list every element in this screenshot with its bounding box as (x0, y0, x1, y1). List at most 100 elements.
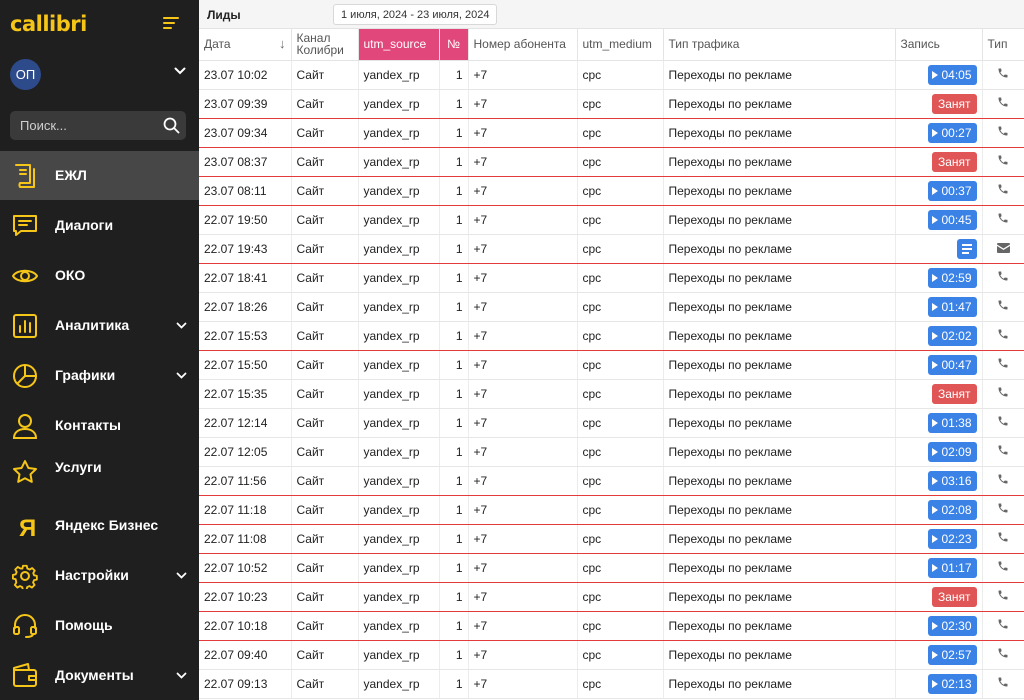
sidebar-item-wallet[interactable]: Документы (0, 651, 199, 700)
column-header-utm-source[interactable]: utm_source (358, 29, 440, 61)
column-header-num[interactable]: № (439, 29, 469, 61)
cell-date: 22.07 19:50 (199, 205, 292, 235)
column-header-utm-medium[interactable]: utm_medium (577, 29, 664, 61)
table-row[interactable]: 23.07 09:34 Сайт yandex_rp 1 +7 cpc Переходы п… (199, 118, 1024, 148)
cell-num: 1 (439, 640, 469, 670)
play-recording-button[interactable]: 01:38 (928, 412, 977, 433)
chevron-down-icon[interactable] (176, 572, 187, 579)
sidebar-item-label: ЕЖЛ (55, 167, 87, 183)
cell-utm-source: yandex_rp (358, 553, 440, 583)
sidebar-item-chat[interactable]: Диалоги (0, 201, 199, 250)
play-recording-button[interactable]: 02:30 (928, 615, 977, 636)
chevron-down-icon[interactable] (174, 67, 186, 75)
busy-badge[interactable]: Занят (931, 586, 977, 607)
play-recording-button[interactable]: 00:37 (928, 180, 977, 201)
play-recording-button[interactable]: 02:02 (928, 325, 977, 346)
cell-phone: +7 (468, 379, 578, 409)
sidebar-item-bar-chart[interactable]: Аналитика (0, 301, 199, 350)
phone-icon (997, 270, 1009, 285)
table-row[interactable]: 22.07 15:35 Сайт yandex_rp 1 +7 cpc Переходы п… (199, 379, 1024, 409)
table-row[interactable]: 22.07 19:50 Сайт yandex_rp 1 +7 cpc Переходы п… (199, 205, 1024, 235)
column-header-channel[interactable]: Канал Колибри (291, 29, 359, 61)
play-recording-button[interactable]: 02:08 (928, 499, 977, 520)
table-row[interactable]: 23.07 10:02 Сайт yandex_rp 1 +7 cpc Переходы п… (199, 60, 1024, 90)
topbar: Лиды 1 июля, 2024 - 23 июля, 2024 (199, 0, 1024, 29)
cell-utm-source: yandex_rp (358, 669, 440, 699)
menu-toggle-icon[interactable] (163, 17, 179, 31)
column-header-traffic[interactable]: Тип трафика (663, 29, 896, 61)
busy-badge[interactable]: Занят (931, 383, 977, 404)
play-recording-button[interactable]: 04:05 (928, 64, 977, 85)
play-recording-button[interactable]: 01:47 (928, 296, 977, 317)
account-avatar[interactable]: ОП (10, 59, 41, 90)
table-row[interactable]: 22.07 11:56 Сайт yandex_rp 1 +7 cpc Переходы п… (199, 466, 1024, 496)
cell-traffic-type: Переходы по рекламе (663, 524, 896, 554)
table-row[interactable]: 23.07 08:37 Сайт yandex_rp 1 +7 cpc Переходы п… (199, 147, 1024, 177)
table-row[interactable]: 22.07 10:18 Сайт yandex_rp 1 +7 cpc Переходы п… (199, 611, 1024, 641)
table-row[interactable]: 22.07 19:43 Сайт yandex_rp 1 +7 cpc Переходы п… (199, 234, 1024, 264)
play-recording-button[interactable]: 00:45 (928, 209, 977, 230)
table-row[interactable]: 22.07 12:14 Сайт yandex_rp 1 +7 cpc Переходы п… (199, 408, 1024, 438)
sidebar-item-journal[interactable]: ЕЖЛ (0, 151, 199, 200)
cell-channel: Сайт (291, 89, 359, 119)
sidebar-item-gear[interactable]: Настройки (0, 551, 199, 600)
table-row[interactable]: 22.07 11:18 Сайт yandex_rp 1 +7 cpc Переходы п… (199, 495, 1024, 525)
sidebar-item-eye[interactable]: ОКО (0, 251, 199, 300)
table-row[interactable]: 22.07 12:05 Сайт yandex_rp 1 +7 cpc Переходы п… (199, 437, 1024, 467)
play-recording-button[interactable]: 00:47 (928, 354, 977, 375)
play-recording-button[interactable]: 02:13 (928, 673, 977, 694)
busy-badge[interactable]: Занят (931, 93, 977, 114)
play-recording-button[interactable]: 02:57 (928, 644, 977, 665)
table-row[interactable]: 22.07 18:26 Сайт yandex_rp 1 +7 cpc Переходы п… (199, 292, 1024, 322)
sidebar-item-yandex[interactable]: Я Яндекс Бизнес (0, 501, 199, 550)
column-header-record[interactable]: Запись (895, 29, 983, 61)
cell-traffic-type: Переходы по рекламе (663, 176, 896, 206)
cell-utm-medium: cpc (577, 292, 664, 322)
sidebar-item-pie-chart[interactable]: Графики (0, 351, 199, 400)
table-row[interactable]: 22.07 15:53 Сайт yandex_rp 1 +7 cpc Переходы п… (199, 321, 1024, 351)
cell-type (982, 176, 1024, 206)
call-duration: 02:59 (941, 270, 972, 285)
cell-utm-source: yandex_rp (358, 292, 440, 322)
sidebar-item-user[interactable]: Контакты (0, 401, 199, 450)
table-row[interactable]: 23.07 08:11 Сайт yandex_rp 1 +7 cpc Переходы п… (199, 176, 1024, 206)
sort-arrow-icon[interactable]: ↓ (279, 37, 286, 50)
table-row[interactable]: 22.07 09:40 Сайт yandex_rp 1 +7 cpc Переходы п… (199, 640, 1024, 670)
table-row[interactable]: 22.07 11:08 Сайт yandex_rp 1 +7 cpc Переходы п… (199, 524, 1024, 554)
sidebar-item-headset[interactable]: Помощь (0, 601, 199, 650)
sidebar-item-star[interactable]: Услуги (0, 447, 199, 496)
play-recording-button[interactable]: 03:16 (928, 470, 977, 491)
column-header-phone[interactable]: Номер абонента (468, 29, 578, 61)
busy-badge[interactable]: Занят (931, 151, 977, 172)
table-row[interactable]: 22.07 15:50 Сайт yandex_rp 1 +7 cpc Переходы п… (199, 350, 1024, 380)
table-row[interactable]: 23.07 09:39 Сайт yandex_rp 1 +7 cpc Переходы п… (199, 89, 1024, 119)
play-recording-button[interactable]: 00:27 (928, 122, 977, 143)
cell-utm-source: yandex_rp (358, 582, 440, 612)
cell-type (982, 321, 1024, 351)
table-row[interactable]: 22.07 10:52 Сайт yandex_rp 1 +7 cpc Переходы п… (199, 553, 1024, 583)
play-icon (932, 476, 939, 485)
table-row[interactable]: 22.07 09:13 Сайт yandex_rp 1 +7 cpc Переходы п… (199, 669, 1024, 699)
cell-utm-medium: cpc (577, 176, 664, 206)
cell-utm-source: yandex_rp (358, 408, 440, 438)
play-recording-button[interactable]: 02:09 (928, 441, 977, 462)
table-row[interactable]: 22.07 10:23 Сайт yandex_rp 1 +7 cpc Переходы п… (199, 582, 1024, 612)
chevron-down-icon[interactable] (176, 322, 187, 329)
date-range-picker[interactable]: 1 июля, 2024 - 23 июля, 2024 (333, 4, 498, 25)
column-header-date[interactable]: Дата ↓ (199, 29, 292, 61)
call-duration: 01:38 (941, 415, 972, 430)
search-icon[interactable] (163, 117, 180, 134)
chevron-down-icon[interactable] (176, 372, 187, 379)
document-icon[interactable] (956, 238, 977, 259)
play-recording-button[interactable]: 02:23 (928, 528, 977, 549)
table-row[interactable]: 22.07 18:41 Сайт yandex_rp 1 +7 cpc Переходы п… (199, 263, 1024, 293)
brand-logo[interactable]: callibri (10, 12, 87, 36)
cell-phone: +7 (468, 466, 578, 496)
play-recording-button[interactable]: 02:59 (928, 267, 977, 288)
play-recording-button[interactable]: 01:17 (928, 557, 977, 578)
search-input[interactable] (10, 111, 160, 140)
phone-icon (997, 212, 1009, 227)
cell-record: 00:37 (895, 176, 983, 206)
column-header-type[interactable]: Тип (982, 29, 1024, 61)
chevron-down-icon[interactable] (176, 672, 187, 679)
